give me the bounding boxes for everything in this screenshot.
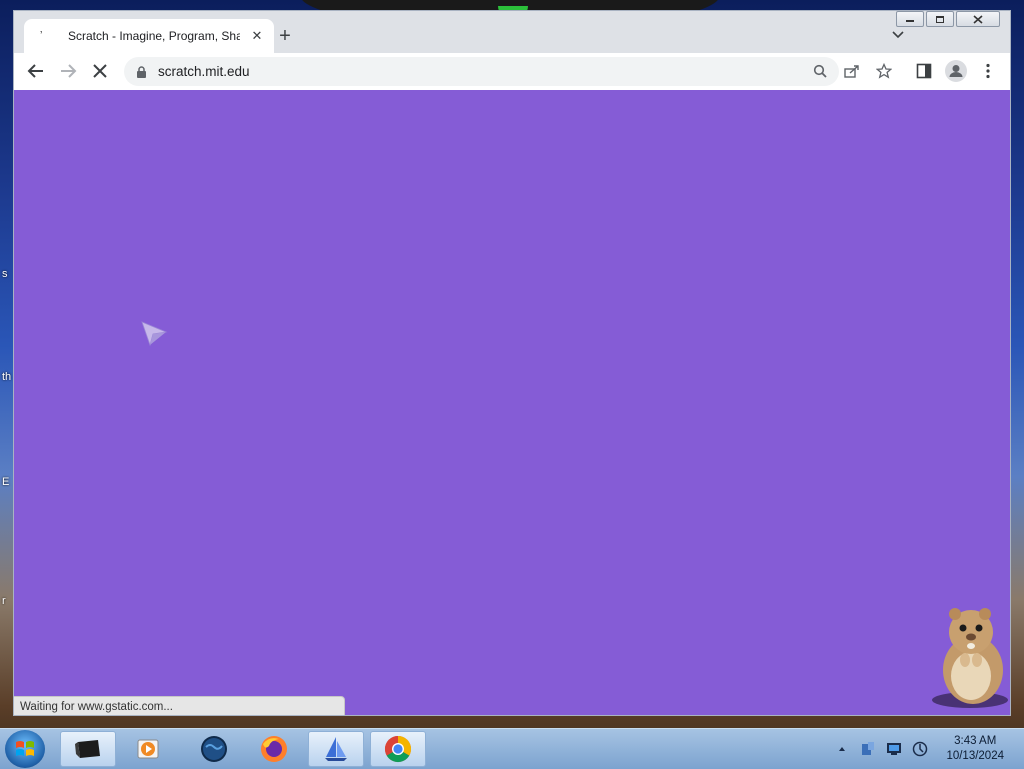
taskbar: 3:43 AM 10/13/2024 (0, 728, 1024, 769)
show-hidden-icons-chevron-up-icon[interactable] (834, 741, 850, 757)
media-player-icon (137, 739, 159, 759)
stop-loading-close-icon[interactable] (88, 59, 112, 83)
back-arrow-left-icon[interactable] (24, 59, 48, 83)
firefox-icon (261, 736, 287, 762)
page-content: Waiting for www.gstatic.com... (14, 90, 1010, 715)
tab-search-chevron-down-icon[interactable] (890, 27, 906, 43)
devices-tray-icon[interactable] (860, 741, 876, 757)
loading-spinner-icon: ʼ (40, 30, 43, 42)
kebab-menu-icon[interactable] (976, 59, 1000, 83)
tab-title: Scratch - Imagine, Program, Shar (68, 29, 240, 43)
taskbar-terminal-app[interactable] (60, 731, 116, 767)
desktop-text-fragment: r (2, 595, 6, 607)
browser-window: ʼ Scratch - Imagine, Program, Shar ✕ + s… (13, 10, 1011, 716)
clock-date: 10/13/2024 (946, 750, 1004, 762)
system-tray: 3:43 AM 10/13/2024 (834, 729, 1024, 769)
star-icon[interactable] (872, 59, 896, 83)
taskbar-firefox-app[interactable] (246, 731, 302, 767)
forward-arrow-right-icon[interactable] (56, 59, 80, 83)
address-bar[interactable]: scratch.mit.edu (124, 57, 892, 86)
sailboat-icon (325, 737, 347, 761)
desktop-text-fragment: E (2, 476, 10, 488)
volume-icon[interactable] (912, 741, 928, 757)
tab-scratch[interactable]: ʼ Scratch - Imagine, Program, Shar ✕ (24, 19, 274, 53)
lock-icon (136, 65, 148, 78)
share-icon[interactable] (840, 59, 864, 83)
paper-plane-icon (141, 321, 168, 347)
window-caption-buttons (896, 11, 1000, 27)
clock-time: 3:43 AM (954, 735, 997, 747)
restore-button[interactable] (926, 11, 954, 27)
search-icon[interactable] (808, 59, 832, 83)
taskbar-chrome-app[interactable] (370, 731, 426, 767)
tab-strip: ʼ Scratch - Imagine, Program, Shar ✕ + (14, 11, 1010, 53)
minimize-button[interactable] (896, 11, 924, 27)
tab-close-icon[interactable]: ✕ (248, 27, 266, 45)
network-monitor-icon[interactable] (886, 741, 902, 757)
start-button[interactable] (5, 730, 45, 768)
browser-toolbar: scratch.mit.edu (14, 53, 1010, 91)
desktop-text-fragment: s (2, 268, 8, 280)
status-bar: Waiting for www.gstatic.com... (14, 696, 345, 715)
new-tab-button[interactable]: + (274, 25, 296, 47)
profile-icon[interactable] (944, 59, 968, 83)
taskbar-media-player-app[interactable] (120, 731, 176, 767)
window-close-button[interactable] (956, 11, 1000, 27)
system-clock[interactable]: 3:43 AM 10/13/2024 (946, 734, 1004, 764)
desktop-text-fragment: th (2, 371, 12, 383)
globe-icon (201, 736, 227, 762)
url-text[interactable]: scratch.mit.edu (158, 64, 250, 79)
side-panel-icon[interactable] (912, 59, 936, 83)
chrome-icon (384, 735, 412, 763)
taskbar-globe-app[interactable] (186, 731, 242, 767)
hamster-desktop-pet[interactable] (925, 602, 1011, 710)
console-icon (75, 740, 100, 758)
windows-logo-icon (16, 741, 34, 756)
taskbar-sailboat-app[interactable] (308, 731, 364, 767)
